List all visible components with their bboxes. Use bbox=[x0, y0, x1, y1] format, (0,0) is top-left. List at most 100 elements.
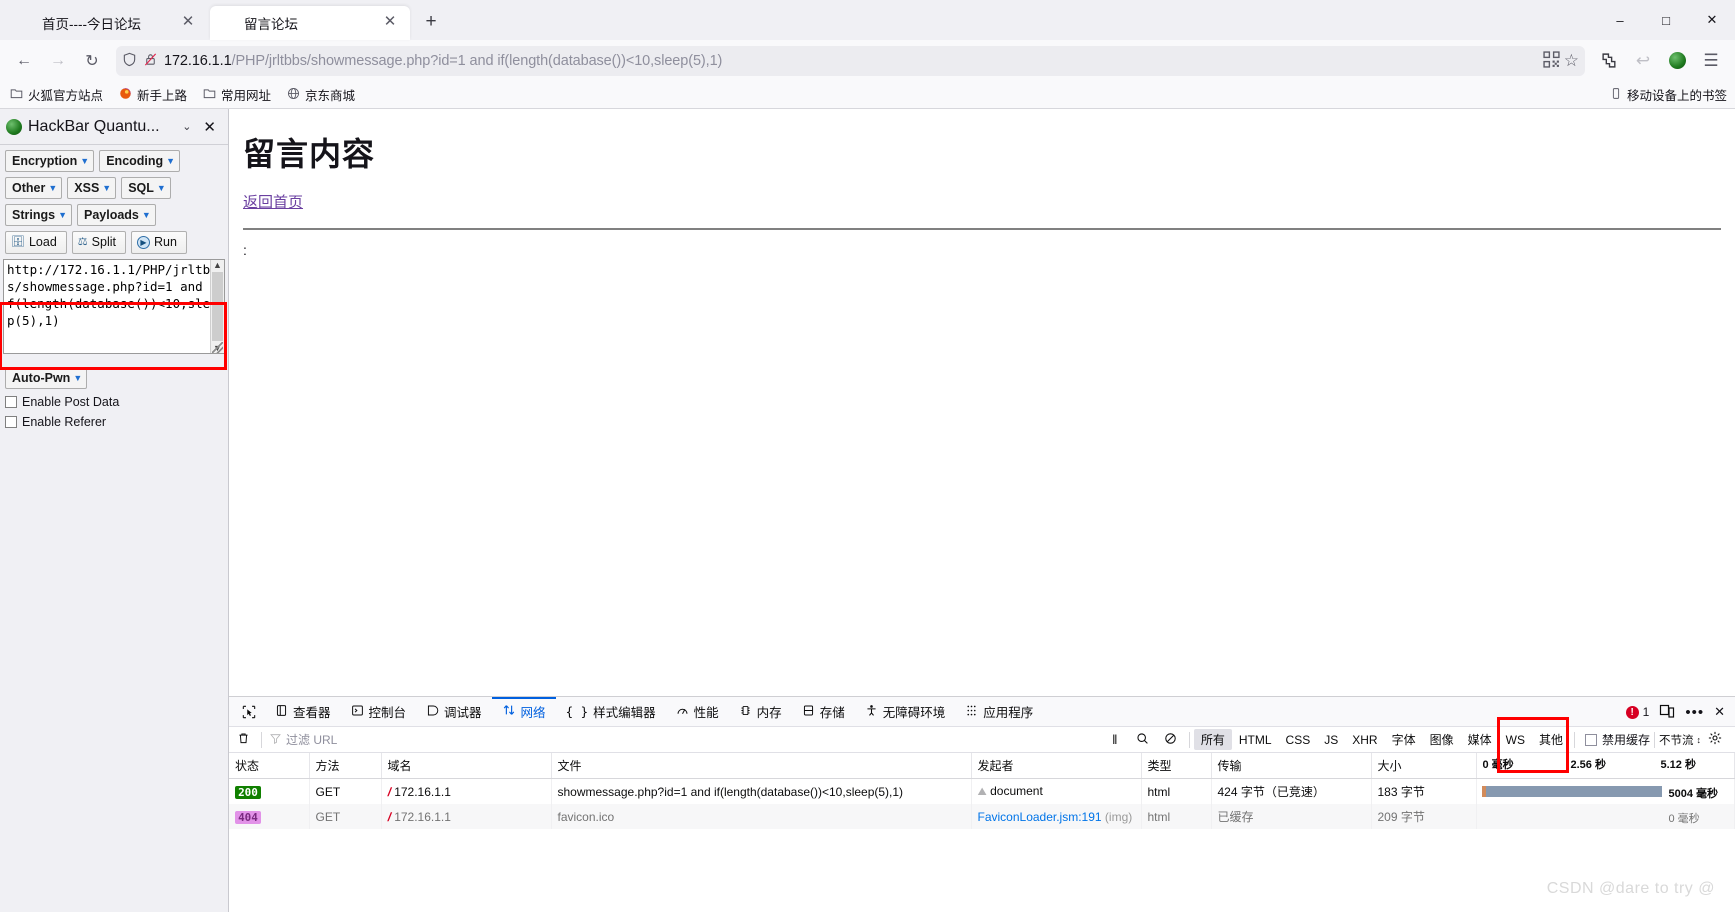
bookmark-item-3[interactable]: 京东商城 bbox=[287, 85, 355, 104]
filter-type-js[interactable]: JS bbox=[1317, 731, 1345, 749]
bookmark-item-0[interactable]: 火狐官方站点 bbox=[10, 85, 103, 104]
throttling-dropdown[interactable]: 不节流 ↕ bbox=[1659, 732, 1701, 748]
col-waterfall[interactable]: 0 毫秒 2.56 秒 5.12 秒 bbox=[1476, 753, 1735, 779]
hackbar-extension-icon[interactable] bbox=[1661, 45, 1693, 77]
undo-close-tab-icon[interactable]: ↩ bbox=[1627, 45, 1659, 77]
qr-code-icon[interactable] bbox=[1543, 50, 1560, 71]
col-domain[interactable]: 域名 bbox=[381, 753, 552, 779]
bookmark-item-2[interactable]: 常用网址 bbox=[203, 85, 271, 104]
browser-tab-1[interactable]: 首页----今日论坛 ✕ bbox=[8, 6, 208, 40]
forward-button[interactable]: → bbox=[42, 45, 74, 77]
enable-post-data-checkbox[interactable]: Enable Post Data bbox=[5, 395, 223, 409]
responsive-design-mode-icon[interactable] bbox=[1659, 703, 1675, 722]
mobile-bookmarks-item[interactable]: 移动设备上的书签 bbox=[1610, 85, 1727, 104]
strings-menu-button[interactable]: Strings ▼ bbox=[5, 204, 72, 226]
sidebar-header: HackBar Quantu... ⌄ ✕ bbox=[0, 109, 228, 145]
back-button[interactable]: ← bbox=[8, 45, 40, 77]
filter-type-media[interactable]: 媒体 bbox=[1461, 729, 1499, 750]
app-menu-icon[interactable]: ☰ bbox=[1695, 45, 1727, 77]
new-tab-button[interactable]: + bbox=[416, 8, 446, 38]
minimize-button[interactable]: – bbox=[1597, 0, 1643, 40]
filter-type-html[interactable]: HTML bbox=[1232, 731, 1279, 749]
close-window-button[interactable]: ✕ bbox=[1689, 0, 1735, 40]
devtools-close-icon[interactable]: ✕ bbox=[1714, 704, 1725, 720]
split-url-button[interactable]: ⚖ Split bbox=[71, 231, 126, 254]
devtools-more-icon[interactable]: ••• bbox=[1685, 704, 1704, 721]
col-transfer[interactable]: 传输 bbox=[1211, 753, 1372, 779]
enable-referer-checkbox[interactable]: Enable Referer bbox=[5, 415, 223, 429]
tab-close-icon[interactable]: ✕ bbox=[380, 13, 400, 33]
load-url-button[interactable]: 🗄 Load bbox=[5, 231, 67, 254]
initiator-link[interactable]: FaviconLoader.jsm:191 bbox=[978, 810, 1102, 824]
filter-url-input[interactable]: 过滤 URL bbox=[266, 731, 1101, 748]
col-initiator[interactable]: 发起者 bbox=[971, 753, 1142, 779]
funnel-icon bbox=[270, 733, 281, 747]
bookmark-item-1[interactable]: 新手上路 bbox=[119, 85, 187, 104]
filter-type-ws[interactable]: WS bbox=[1499, 731, 1532, 749]
container-tabs-icon[interactable] bbox=[1593, 45, 1625, 77]
sidebar-close-icon[interactable]: ✕ bbox=[197, 118, 222, 136]
devtools-tab-inspector[interactable]: 查看器 bbox=[265, 697, 341, 726]
disable-cache-checkbox[interactable]: 禁用缓存 bbox=[1584, 731, 1650, 748]
scroll-up-icon[interactable]: ▲ bbox=[213, 260, 222, 270]
bookmark-star-icon[interactable]: ☆ bbox=[1564, 51, 1579, 71]
action-label: Run bbox=[153, 235, 177, 249]
scrollbar-thumb[interactable] bbox=[212, 272, 223, 341]
search-icon[interactable] bbox=[1129, 732, 1157, 748]
encoding-menu-button[interactable]: Encoding ▼ bbox=[99, 150, 181, 172]
filter-type-font[interactable]: 字体 bbox=[1385, 729, 1423, 750]
payloads-menu-button[interactable]: Payloads ▼ bbox=[76, 204, 156, 226]
menu-label: SQL bbox=[128, 181, 154, 195]
devtools-tab-accessibility[interactable]: 无障碍环境 bbox=[855, 697, 956, 726]
url-textarea[interactable]: http://172.16.1.1/PHP/jrltbbs/showmessag… bbox=[3, 259, 225, 354]
tab-close-icon[interactable]: ✕ bbox=[178, 13, 198, 33]
browser-tab-2[interactable]: 留言论坛 ✕ bbox=[210, 6, 410, 40]
devtools-tab-style-editor[interactable]: { } 样式编辑器 bbox=[556, 697, 666, 726]
menu-label: Strings bbox=[12, 208, 56, 222]
address-bar[interactable]: 172.16.1.1/PHP/jrltbbs/showmessage.php?i… bbox=[116, 45, 1585, 76]
filter-type-all[interactable]: 所有 bbox=[1193, 729, 1232, 750]
pause-recording-icon[interactable]: ‖ bbox=[1101, 732, 1129, 747]
maximize-button[interactable]: □ bbox=[1643, 0, 1689, 40]
url-path: /PHP/jrltbbs/showmessage.php?id=1 and if… bbox=[231, 52, 723, 69]
devtools-tab-performance[interactable]: 性能 bbox=[666, 697, 729, 726]
devtools-tab-storage[interactable]: 存储 bbox=[792, 697, 855, 726]
run-button[interactable]: ▶ Run bbox=[130, 231, 187, 254]
filter-type-other[interactable]: 其他 bbox=[1532, 729, 1570, 750]
devtools-tab-network[interactable]: 网络 bbox=[492, 697, 556, 726]
filter-type-xhr[interactable]: XHR bbox=[1345, 731, 1384, 749]
textarea-scrollbar[interactable]: ▲ ▼ bbox=[210, 260, 224, 353]
devtools-tab-application[interactable]: 应用程序 bbox=[955, 697, 1043, 726]
table-row[interactable]: 404 GET / 172.16.1.1 favicon.ico Favicon… bbox=[229, 804, 1735, 829]
col-type[interactable]: 类型 bbox=[1141, 753, 1212, 779]
devtools-tab-memory[interactable]: 内存 bbox=[729, 697, 792, 726]
other-menu-button[interactable]: Other ▼ bbox=[5, 177, 63, 199]
clear-requests-icon[interactable] bbox=[229, 731, 257, 748]
col-status[interactable]: 状态 bbox=[229, 753, 310, 779]
encryption-menu-button[interactable]: Encryption ▼ bbox=[5, 150, 95, 172]
back-to-home-link[interactable]: 返回首页 bbox=[243, 194, 303, 211]
auto-pwn-button[interactable]: Auto-Pwn ▼ bbox=[5, 367, 88, 389]
element-picker-icon[interactable] bbox=[233, 697, 265, 726]
reload-button[interactable]: ↻ bbox=[76, 45, 108, 77]
filter-type-css[interactable]: CSS bbox=[1279, 731, 1318, 749]
error-count-badge[interactable]: ! 1 bbox=[1625, 705, 1649, 719]
col-size[interactable]: 大小 bbox=[1371, 753, 1477, 779]
table-row[interactable]: 200 GET / 172.16.1.1 showmessage.php?id=… bbox=[229, 778, 1735, 804]
filter-type-image[interactable]: 图像 bbox=[1423, 729, 1461, 750]
devtools-tab-console[interactable]: 控制台 bbox=[341, 697, 417, 726]
col-file[interactable]: 文件 bbox=[551, 753, 972, 779]
sql-menu-button[interactable]: SQL ▼ bbox=[121, 177, 171, 199]
initiator-label: document bbox=[990, 784, 1043, 798]
textarea-resize-grip[interactable] bbox=[212, 342, 223, 353]
devtools-tab-debugger[interactable]: 调试器 bbox=[416, 697, 492, 726]
block-requests-icon[interactable] bbox=[1157, 732, 1185, 748]
chevron-down-icon[interactable]: ⌄ bbox=[182, 120, 191, 133]
cache-icon: ⛰ bbox=[977, 786, 987, 798]
divider bbox=[1654, 731, 1655, 748]
cell-size: 183 字节 bbox=[1371, 778, 1477, 804]
bookmark-label: 火狐官方站点 bbox=[28, 89, 104, 103]
xss-menu-button[interactable]: XSS ▼ bbox=[67, 177, 117, 199]
col-method[interactable]: 方法 bbox=[309, 753, 382, 779]
settings-gear-icon[interactable] bbox=[1701, 731, 1729, 748]
